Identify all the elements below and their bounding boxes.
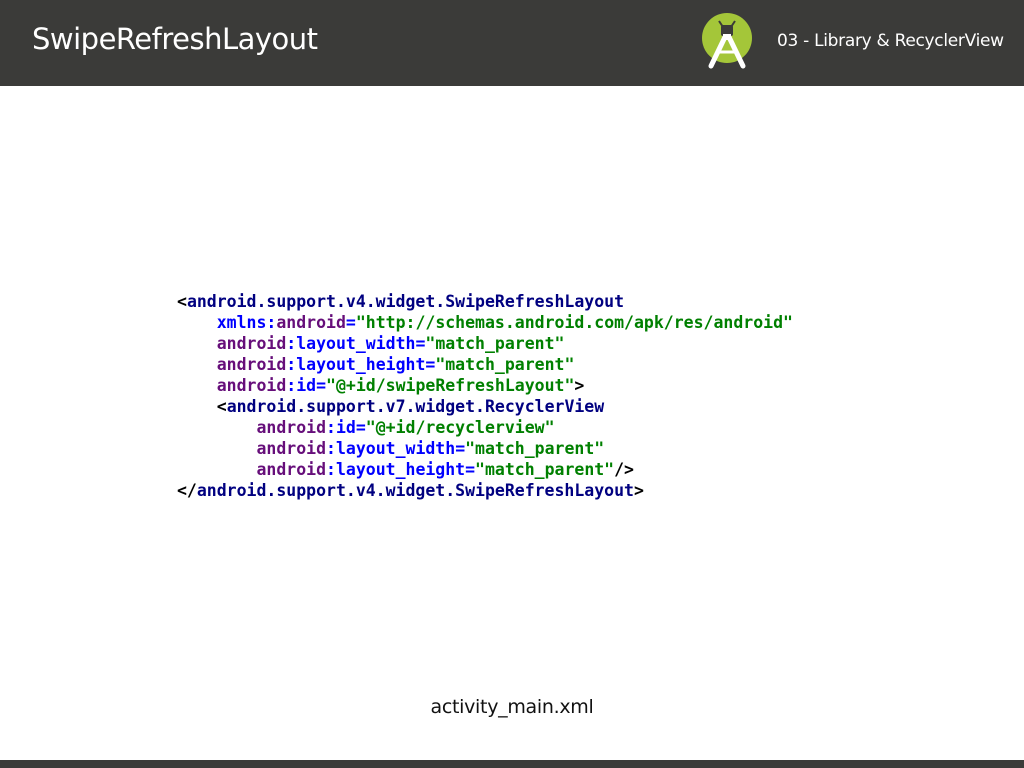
code-line-8: android:layout_width="match_parent"	[256, 439, 605, 458]
slide-title: SwipeRefreshLayout	[32, 22, 318, 56]
code-line-7: android:id="@+id/recyclerview"	[256, 418, 555, 437]
code-line-10: </android.support.v4.widget.SwipeRefresh…	[177, 481, 644, 500]
code-line-2: xmlns:android="http://schemas.android.co…	[216, 313, 793, 332]
code-line-4: android:layout_height="match_parent"	[216, 355, 575, 374]
code-line-3: android:layout_width="match_parent"	[216, 334, 565, 353]
footer-bar	[0, 760, 1024, 768]
header-bar: SwipeRefreshLayout 03 - Library & Recycl…	[0, 0, 1024, 86]
section-label: 03 - Library & RecyclerView	[777, 31, 1004, 51]
code-caption: activity_main.xml	[430, 696, 594, 718]
code-line-6: <android.support.v7.widget.RecyclerView	[216, 397, 605, 416]
code-line-9: android:layout_height="match_parent"/>	[256, 460, 634, 479]
code-line-5: android:id="@+id/swipeRefreshLayout">	[216, 376, 585, 395]
code-line-1: <android.support.v4.widget.SwipeRefreshL…	[177, 292, 625, 311]
android-studio-icon	[702, 13, 752, 69]
code-block: <android.support.v4.widget.SwipeRefreshL…	[177, 291, 793, 501]
